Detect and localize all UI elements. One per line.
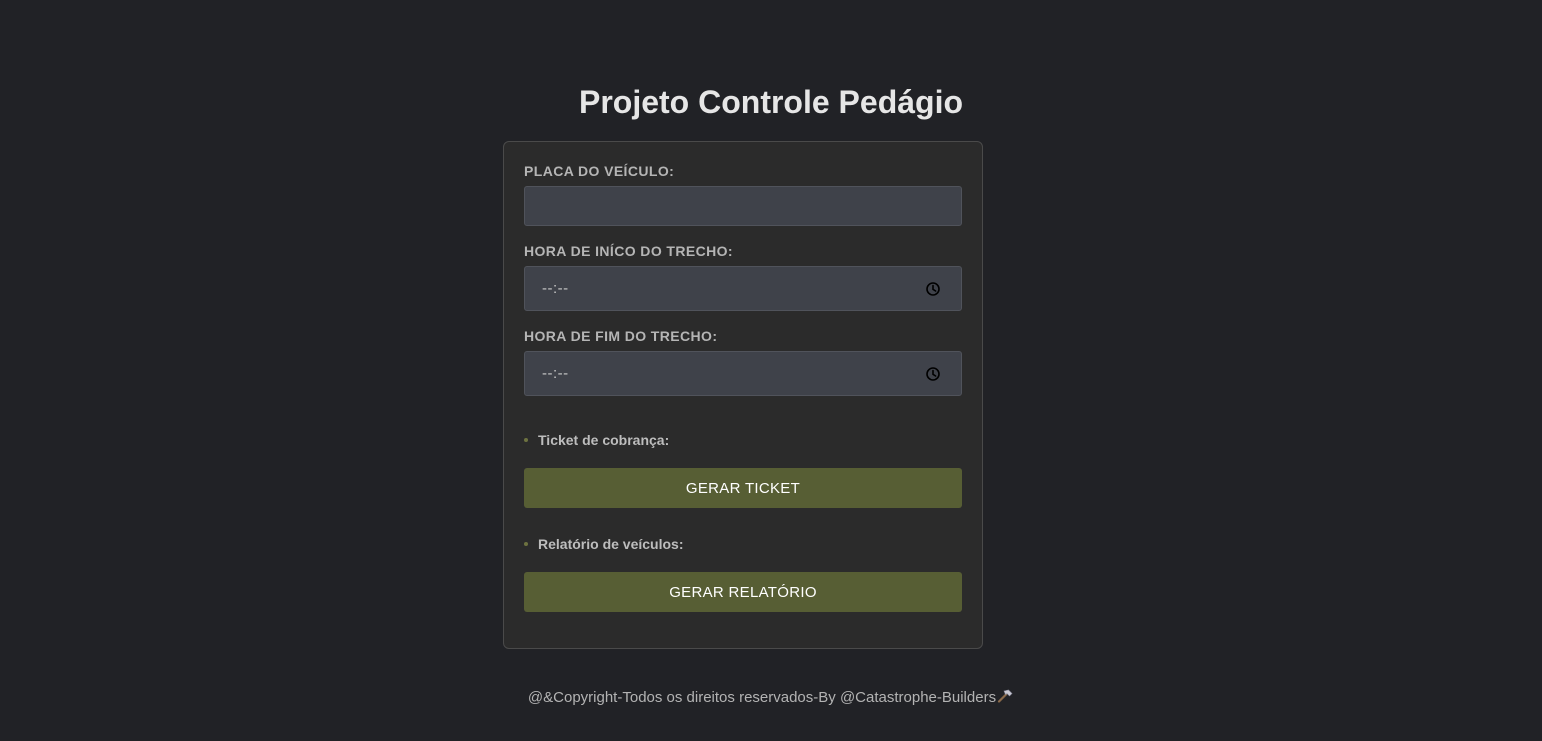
clock-icon[interactable] (925, 366, 941, 382)
generate-ticket-button[interactable]: GERAR TICKET (524, 468, 962, 508)
page-title: Projeto Controle Pedágio (578, 84, 964, 120)
copyright-text: @&Copyright-Todos os direitos reservados… (527, 689, 997, 706)
end-time-value: --:-- (542, 365, 569, 382)
report-section-label: Relatório de veículos: (524, 535, 683, 553)
generate-report-button[interactable]: GERAR RELATÓRIO (524, 572, 962, 612)
start-time-input[interactable]: --:-- (524, 266, 962, 311)
end-time-input[interactable]: --:-- (524, 351, 962, 396)
start-time-value: --:-- (542, 280, 569, 297)
plate-input[interactable] (524, 186, 962, 226)
report-label: Relatório de veículos: (538, 536, 684, 552)
start-time-label: HORA DE INÍCO DO TRECHO: (524, 243, 733, 259)
clock-icon[interactable] (925, 281, 941, 297)
footer: @&Copyright-Todos os direitos reservados… (0, 688, 1542, 708)
bullet-icon (524, 542, 528, 546)
end-time-label: HORA DE FIM DO TRECHO: (524, 328, 718, 344)
hammer-icon (996, 689, 1014, 703)
bullet-icon (524, 438, 528, 442)
ticket-label: Ticket de cobrança: (538, 432, 670, 448)
ticket-section-label: Ticket de cobrança: (524, 431, 669, 449)
plate-label: PLACA DO VEÍCULO: (524, 163, 675, 179)
form-card: PLACA DO VEÍCULO: HORA DE INÍCO DO TRECH… (503, 141, 983, 649)
